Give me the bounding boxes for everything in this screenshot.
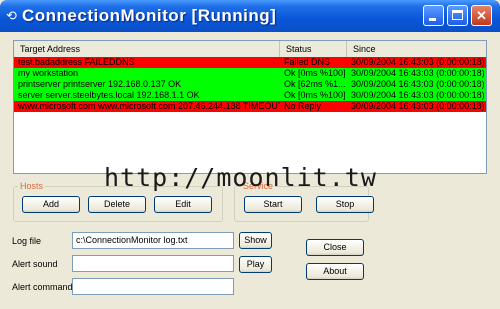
- minimize-icon: [429, 18, 436, 21]
- target-list[interactable]: Target Address Status Since test.badaddr…: [13, 40, 487, 174]
- row-address: server server.steelbytes.local 192.168.1…: [18, 90, 200, 100]
- play-sound-button[interactable]: Play: [239, 256, 272, 273]
- close-icon: ✕: [476, 8, 487, 23]
- row-address: www.microsoft.com www.microsoft.com 207.…: [18, 101, 280, 111]
- close-window-button[interactable]: ✕: [471, 5, 492, 26]
- table-row[interactable]: server server.steelbytes.local 192.168.1…: [14, 90, 486, 101]
- log-file-label: Log file: [12, 236, 42, 246]
- alert-sound-input[interactable]: [72, 255, 234, 272]
- log-file-input[interactable]: c:\ConnectionMonitor log.txt: [72, 232, 234, 249]
- app-window: ⟲ ConnectionMonitor [Running] ✕ Target A…: [0, 0, 500, 309]
- alert-command-label: Alert command: [12, 282, 73, 292]
- list-header: Target Address Status Since: [14, 41, 486, 58]
- add-host-button[interactable]: Add: [22, 196, 80, 213]
- column-header-since[interactable]: Since: [347, 41, 486, 57]
- maximize-icon: [452, 10, 463, 20]
- row-status: No Reply: [284, 101, 322, 111]
- column-header-status[interactable]: Status: [280, 41, 347, 57]
- table-row[interactable]: my workstation Ok [0ms %100] 30/09/2004 16…: [14, 68, 486, 79]
- table-row[interactable]: test.badaddress FAILEDDNS Failed DNS 30/09…: [14, 57, 486, 68]
- table-row[interactable]: www.microsoft.com www.microsoft.com 207.…: [14, 101, 486, 112]
- maximize-button[interactable]: [447, 5, 468, 26]
- column-header-target[interactable]: Target Address: [14, 41, 280, 57]
- table-row[interactable]: printserver printserver 192.168.0.137 OK…: [14, 79, 486, 90]
- watermark-text: http://moonlit.tw: [104, 163, 377, 192]
- start-service-button[interactable]: Start: [244, 196, 302, 213]
- row-status: Ok [0ms %100]: [284, 90, 346, 100]
- row-status: Ok [0ms %100]: [284, 68, 346, 78]
- chain-link-icon: ⟲: [6, 8, 17, 23]
- alert-command-input[interactable]: [72, 278, 234, 295]
- delete-host-button[interactable]: Delete: [88, 196, 146, 213]
- row-status: Ok [62ms %1...: [284, 79, 346, 89]
- about-button[interactable]: About: [306, 263, 364, 280]
- window-title: ConnectionMonitor [Running]: [22, 6, 277, 25]
- row-address: printserver printserver 192.168.0.137 OK: [18, 79, 182, 89]
- row-address: my workstation: [18, 68, 79, 78]
- stop-service-button[interactable]: Stop: [316, 196, 374, 213]
- show-log-button[interactable]: Show: [239, 232, 272, 249]
- hosts-group-label: Hosts: [18, 181, 46, 191]
- close-button[interactable]: Close: [306, 239, 364, 256]
- row-since: 30/09/2004 16:43:03 (0:00:00:18): [351, 101, 485, 111]
- title-bar[interactable]: ⟲ ConnectionMonitor [Running] ✕: [0, 0, 500, 32]
- row-status: Failed DNS: [284, 57, 331, 67]
- row-since: 30/09/2004 16:43:03 (0:00:00:18): [351, 90, 485, 100]
- row-since: 30/09/2004 16:43:03 (0:00:00:18): [351, 79, 485, 89]
- row-since: 30/09/2004 16:43:03 (0:00:00:18): [351, 68, 485, 78]
- edit-host-button[interactable]: Edit: [154, 196, 212, 213]
- row-since: 30/09/2004 16:43:03 (0:00:00:18): [351, 57, 485, 67]
- row-address: test.badaddress FAILEDDNS: [18, 57, 135, 67]
- minimize-button[interactable]: [423, 5, 444, 26]
- alert-sound-label: Alert sound: [12, 259, 58, 269]
